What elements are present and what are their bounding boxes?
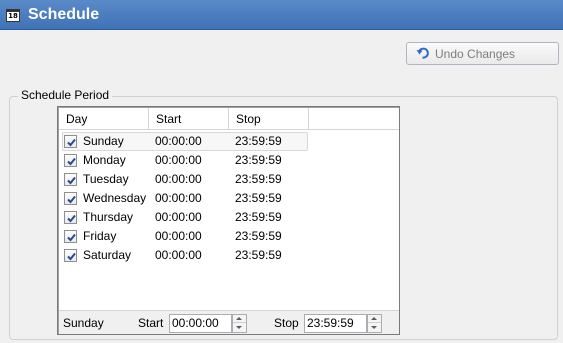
day-cell: Tuesday [83, 172, 129, 186]
check-icon [67, 157, 76, 166]
stop-cell: 23:59:59 [235, 134, 282, 148]
start-cell: 00:00:00 [155, 191, 202, 205]
day-checkbox[interactable] [64, 135, 77, 148]
day-checkbox[interactable] [64, 249, 77, 262]
day-checkbox[interactable] [64, 192, 77, 205]
row-editor: Sunday Start 00:00:00 Stop 23:59:59 [59, 310, 399, 334]
stop-time-input[interactable]: 23:59:59 [304, 314, 367, 333]
table-row[interactable]: Thursday 00:00:00 23:59:59 [59, 208, 399, 227]
undo-changes-button[interactable]: Undo Changes [406, 42, 559, 65]
table-row[interactable]: Saturday 00:00:00 23:59:59 [59, 246, 399, 265]
start-cell: 00:00:00 [155, 229, 202, 243]
start-time-stepper[interactable] [232, 314, 247, 333]
editor-start-label: Start [138, 316, 164, 330]
stop-cell: 23:59:59 [235, 153, 282, 167]
stop-cell: 23:59:59 [235, 248, 282, 262]
schedule-period-label: Schedule Period [18, 88, 113, 102]
table-row[interactable]: Monday 00:00:00 23:59:59 [59, 151, 399, 170]
calendar-icon: 18 [6, 9, 20, 22]
check-icon [67, 252, 76, 261]
stop-cell: 23:59:59 [235, 172, 282, 186]
stop-cell: 23:59:59 [235, 229, 282, 243]
stop-cell: 23:59:59 [235, 191, 282, 205]
day-cell: Sunday [83, 134, 124, 148]
grid-header: Day Start Stop [59, 108, 399, 130]
start-cell: 00:00:00 [155, 210, 202, 224]
stop-time-stepper[interactable] [367, 314, 382, 333]
start-time-up-button[interactable] [233, 315, 246, 323]
start-cell: 00:00:00 [155, 134, 202, 148]
check-icon [67, 138, 76, 147]
undo-changes-label: Undo Changes [435, 47, 516, 61]
check-icon [67, 195, 76, 204]
undo-icon [416, 47, 429, 59]
day-checkbox[interactable] [64, 211, 77, 224]
start-cell: 00:00:00 [155, 248, 202, 262]
day-cell: Wednesday [83, 191, 147, 205]
start-time-input[interactable]: 00:00:00 [169, 314, 232, 333]
start-cell: 00:00:00 [155, 153, 202, 167]
day-checkbox[interactable] [64, 173, 77, 186]
day-checkbox[interactable] [64, 230, 77, 243]
day-cell: Saturday [83, 248, 132, 262]
column-header-start[interactable]: Start [149, 108, 229, 130]
check-icon [67, 233, 76, 242]
check-icon [67, 214, 76, 223]
start-cell: 00:00:00 [155, 172, 202, 186]
table-row[interactable]: Friday 00:00:00 23:59:59 [59, 227, 399, 246]
stop-cell: 23:59:59 [235, 210, 282, 224]
day-cell: Monday [83, 153, 126, 167]
page-title: Schedule [28, 6, 100, 23]
table-row[interactable]: Wednesday 00:00:00 23:59:59 [59, 189, 399, 208]
check-icon [67, 176, 76, 185]
table-row[interactable]: Tuesday 00:00:00 23:59:59 [59, 170, 399, 189]
editor-stop-label: Stop [274, 316, 299, 330]
table-row[interactable]: Sunday 00:00:00 23:59:59 [59, 132, 399, 151]
title-bar: 18 Schedule [0, 0, 563, 30]
start-time-down-button[interactable] [233, 324, 246, 332]
schedule-grid: Day Start Stop Sunday 00:00:00 23:59:59 … [57, 106, 400, 335]
day-cell: Friday [83, 229, 117, 243]
column-header-day[interactable]: Day [59, 108, 149, 130]
column-header-stop[interactable]: Stop [229, 108, 309, 130]
day-cell: Thursday [83, 210, 134, 224]
editor-day-label: Sunday [63, 316, 104, 330]
day-checkbox[interactable] [64, 154, 77, 167]
stop-time-up-button[interactable] [368, 315, 381, 323]
stop-time-down-button[interactable] [368, 324, 381, 332]
